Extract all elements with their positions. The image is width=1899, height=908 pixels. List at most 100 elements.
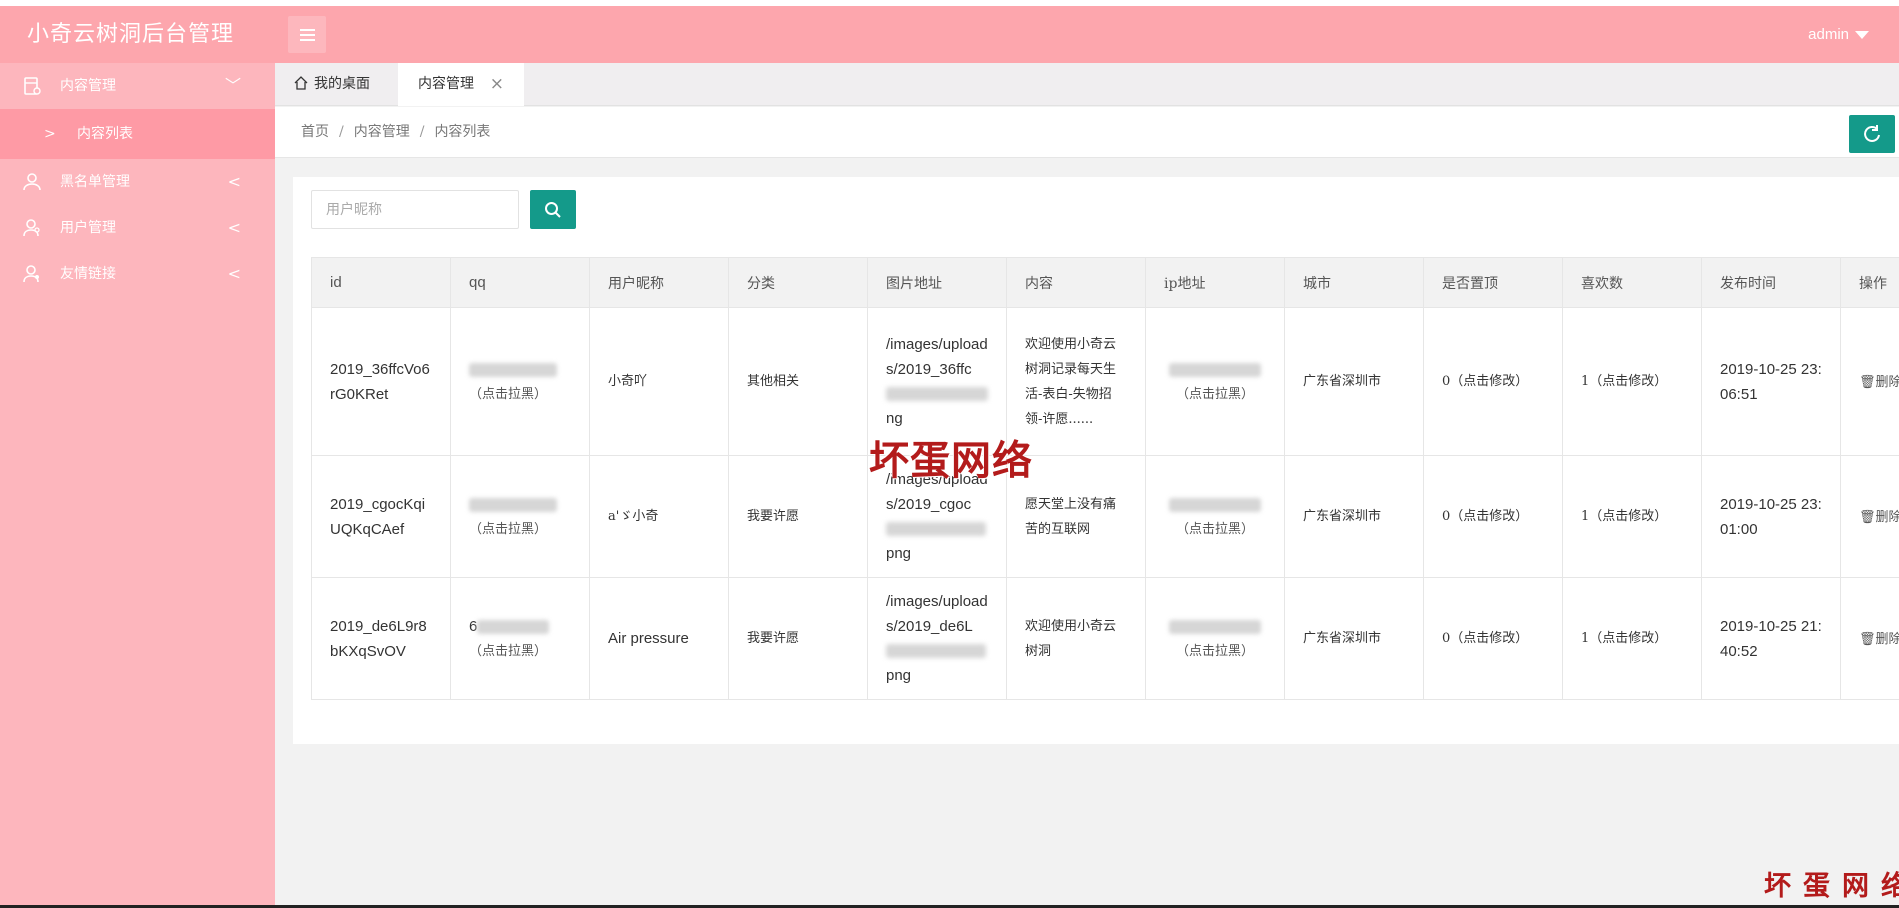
cell-qq[interactable]: 6 （点击拉黑） — [450, 577, 590, 700]
breadcrumb-home[interactable]: 首页 — [301, 124, 329, 140]
content-icon — [24, 77, 41, 95]
cell-ip[interactable]: （点击拉黑） — [1145, 455, 1285, 578]
search-icon — [545, 201, 561, 218]
cell-qq[interactable]: （点击拉黑） — [450, 455, 590, 578]
cell-id: 2019_cgocKqiUQKqCAef — [311, 455, 451, 578]
cell-time: 2019-10-25 23:01:00 — [1701, 455, 1841, 578]
col-header-city: 城市 — [1284, 257, 1424, 308]
delete-button[interactable]: 🗑删除 — [1859, 632, 1899, 647]
link-user-icon — [23, 265, 39, 283]
cell-id: 2019_36ffcVo6rG0KRet — [311, 307, 451, 456]
cell-content: 欢迎使用小奇云树洞 — [1006, 577, 1146, 700]
watermark-center: 坏蛋网络 — [869, 437, 1033, 484]
cell-category: 我要许愿 — [728, 455, 868, 578]
hamburger-icon — [299, 28, 315, 31]
sidebar-item-label: 用户管理 — [60, 220, 116, 236]
cell-id: 2019_de6L9r8bKXqSvOV — [311, 577, 451, 700]
cell-likes[interactable]: 1（点击修改） — [1562, 455, 1702, 578]
cell-pinned[interactable]: 0（点击修改） — [1423, 307, 1563, 456]
top-header: 小奇云树洞后台管理 admin — [0, 6, 1899, 63]
main-content: 我的桌面 内容管理 × 首页/内容管理/内容列表 id — [275, 63, 1899, 908]
menu-toggle-button[interactable] — [288, 16, 326, 53]
col-header-time: 发布时间 — [1701, 257, 1841, 308]
col-header-content: 内容 — [1006, 257, 1146, 308]
chevron-right-icon: > — [44, 126, 56, 142]
user-icon — [23, 173, 41, 191]
blurred-qq — [469, 497, 557, 512]
col-header-id: id — [311, 257, 451, 308]
delete-button[interactable]: 🗑删除 — [1859, 510, 1899, 525]
chevron-down-icon: ﹀ — [224, 76, 241, 95]
content-panel: id qq 用户昵称 分类 图片地址 内容 ip地址 城市 是否置顶 喜欢数 发… — [293, 177, 1899, 744]
cell-category: 其他相关 — [728, 307, 868, 456]
cell-time: 2019-10-25 23:06:51 — [1701, 307, 1841, 456]
table-row: 2019_de6L9r8bKXqSvOV 6 （点击拉黑） Air pressur… — [311, 577, 1899, 700]
tab-label: 我的桌面 — [314, 76, 370, 92]
breadcrumb-bar: 首页 / 内容管理 / 内容列表 — [275, 107, 1899, 158]
col-header-likes: 喜欢数 — [1562, 257, 1702, 308]
cell-ip[interactable]: （点击拉黑） — [1145, 307, 1285, 456]
close-icon[interactable]: × — [490, 63, 504, 106]
col-header-pinned: 是否置顶 — [1423, 257, 1563, 308]
cell-nickname: 小奇吖 — [589, 307, 729, 456]
col-header-actions: 操作 — [1840, 257, 1899, 308]
home-icon — [294, 76, 308, 90]
users-icon — [23, 219, 40, 237]
col-header-nickname: 用户昵称 — [589, 257, 729, 308]
username: admin — [1808, 26, 1849, 43]
sidebar-item-label: 友情链接 — [60, 266, 116, 282]
sidebar-item-label: 黑名单管理 — [60, 174, 130, 190]
cell-actions: 🗑删除 — [1840, 577, 1899, 700]
table-row: 2019_36ffcVo6rG0KRet （点击拉黑） 小奇吖 其他相关 /im… — [311, 307, 1899, 456]
cell-qq[interactable]: （点击拉黑） — [450, 307, 590, 456]
tab-content-management[interactable]: 内容管理 × — [398, 63, 524, 106]
trash-icon: 🗑 — [1859, 631, 1876, 647]
cell-ip[interactable]: （点击拉黑） — [1145, 577, 1285, 700]
breadcrumb-content-management[interactable]: 内容管理 — [354, 124, 410, 140]
col-header-category: 分类 — [728, 257, 868, 308]
caret-down-icon — [1855, 31, 1869, 40]
watermark-corner: 坏蛋网络 — [1764, 871, 1899, 902]
cell-pinned[interactable]: 0（点击修改） — [1423, 577, 1563, 700]
tab-bar: 我的桌面 内容管理 × — [275, 63, 1899, 106]
cell-actions: 🗑删除 — [1840, 307, 1899, 456]
cell-time: 2019-10-25 21:40:52 — [1701, 577, 1841, 700]
nickname-search-input[interactable] — [311, 190, 519, 229]
breadcrumb-content-list: 内容列表 — [434, 124, 491, 140]
blurred-qq — [477, 619, 550, 634]
cell-city: 广东省深圳市 — [1284, 577, 1424, 700]
cell-likes[interactable]: 1（点击修改） — [1562, 307, 1702, 456]
table-header-row: id qq 用户昵称 分类 图片地址 内容 ip地址 城市 是否置顶 喜欢数 发… — [311, 257, 1899, 308]
search-button[interactable] — [530, 190, 576, 229]
sidebar: 内容管理 ﹀ > 内容列表 黑名单管理 < 用户管理 < 友情链接 < — [0, 63, 275, 908]
sidebar-item-content[interactable]: 内容管理 ﹀ — [0, 63, 275, 109]
delete-button[interactable]: 🗑删除 — [1859, 375, 1899, 390]
app-title: 小奇云树洞后台管理 — [27, 22, 235, 47]
cell-nickname: a'ゞ小奇 — [589, 455, 729, 578]
sidebar-subitem-content-list[interactable]: > 内容列表 — [0, 109, 275, 159]
cell-image: /images/uploads/2019_de6L png — [867, 577, 1007, 700]
sidebar-item-links[interactable]: 友情链接 < — [0, 251, 275, 297]
cell-category: 我要许愿 — [728, 577, 868, 700]
content-table: id qq 用户昵称 分类 图片地址 内容 ip地址 城市 是否置顶 喜欢数 发… — [311, 257, 1899, 700]
col-header-image: 图片地址 — [867, 257, 1007, 308]
cell-actions: 🗑删除 — [1840, 455, 1899, 578]
refresh-icon — [1864, 125, 1880, 142]
chevron-left-icon: < — [227, 264, 241, 283]
sidebar-item-users[interactable]: 用户管理 < — [0, 205, 275, 251]
cell-likes[interactable]: 1（点击修改） — [1562, 577, 1702, 700]
sidebar-item-blacklist[interactable]: 黑名单管理 < — [0, 159, 275, 205]
blurred-qq — [469, 362, 557, 377]
cell-city: 广东省深圳市 — [1284, 307, 1424, 456]
col-header-ip: ip地址 — [1145, 257, 1285, 308]
tab-label: 内容管理 — [418, 76, 474, 92]
refresh-button[interactable] — [1849, 115, 1895, 153]
user-menu[interactable]: admin — [1808, 6, 1869, 63]
table-row: 2019_cgocKqiUQKqCAef （点击拉黑） a'ゞ小奇 我要许愿 /… — [311, 455, 1899, 578]
chevron-left-icon: < — [227, 172, 241, 191]
trash-icon: 🗑 — [1859, 374, 1876, 390]
chevron-left-icon: < — [227, 218, 241, 237]
cell-nickname: Air pressure — [589, 577, 729, 700]
tab-my-desktop[interactable]: 我的桌面 — [275, 63, 393, 106]
cell-pinned[interactable]: 0（点击修改） — [1423, 455, 1563, 578]
